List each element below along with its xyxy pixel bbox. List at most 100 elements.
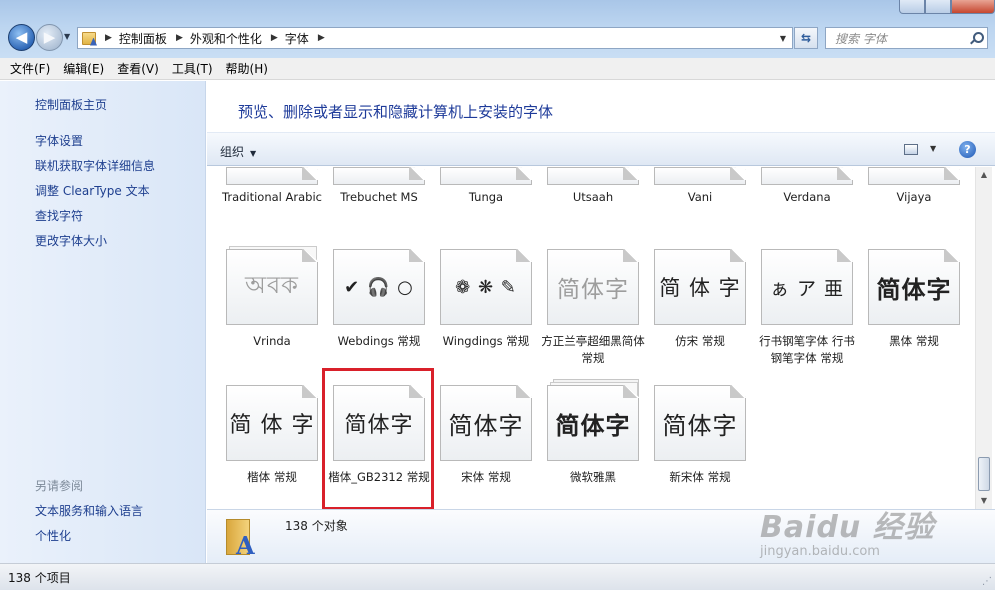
font-file-icon: ❁ ❋ ✎	[440, 249, 532, 325]
font-file-icon: 简体字	[868, 249, 960, 325]
font-preview: 简 体 字	[229, 413, 315, 438]
watermark-url: jingyan.baidu.com	[760, 544, 880, 559]
font-name: Webdings 常规	[337, 334, 421, 348]
font-file-icon	[868, 167, 960, 185]
font-tile[interactable]: 简 体 字 仿宋 常规	[648, 249, 752, 350]
breadcrumb-control-panel[interactable]: 控制面板	[119, 30, 167, 47]
resize-grip-icon[interactable]: ⋰	[982, 576, 992, 587]
font-name: 行书钢笔字体 行书钢笔字体 常规	[759, 334, 855, 365]
font-preview: 简体字	[555, 411, 631, 440]
adjust-cleartype-link[interactable]: 调整 ClearType 文本	[35, 182, 150, 199]
command-bar: 组织 ▼ ▼ ?	[207, 132, 995, 166]
font-tile[interactable]: 简体字 宋体 常规	[434, 385, 538, 486]
font-preview: ❁ ❋ ✎	[455, 276, 517, 298]
font-name: Utsaah	[572, 190, 614, 204]
font-tile[interactable]: 简 体 字 楷体 常规	[220, 385, 324, 486]
font-name: 仿宋 常规	[675, 334, 725, 348]
get-font-info-online-link[interactable]: 联机获取字体详细信息	[35, 157, 155, 174]
breadcrumb-appearance[interactable]: 外观和个性化	[190, 30, 262, 47]
font-tile[interactable]: 简体字 方正兰亭超细黑简体 常规	[541, 249, 645, 367]
organize-button[interactable]: 组织 ▼	[220, 143, 256, 160]
font-preview: 简 体 字	[659, 276, 741, 300]
breadcrumb-chevron-icon[interactable]: ▶	[318, 33, 325, 43]
font-file-icon: 简体字	[547, 249, 639, 325]
maximize-button[interactable]	[925, 0, 951, 14]
font-tile[interactable]: ✔ 🎧 ○ Webdings 常规	[327, 249, 431, 350]
font-tile[interactable]: Verdana	[755, 167, 859, 206]
control-panel-home-link[interactable]: 控制面板主页	[35, 96, 107, 113]
menu-tools[interactable]: 工具(T)	[172, 60, 213, 77]
forward-button[interactable]: ▶	[36, 24, 63, 51]
font-preview: ぁ ア 亜	[769, 277, 845, 300]
change-font-size-link[interactable]: 更改字体大小	[35, 232, 107, 249]
scroll-up-icon[interactable]: ▲	[976, 167, 992, 183]
window-controls	[899, 0, 995, 14]
font-preview: ✔ 🎧 ○	[344, 276, 414, 298]
font-tile[interactable]: Utsaah	[541, 167, 645, 206]
refresh-button[interactable]: ⇆	[794, 27, 818, 49]
font-tile[interactable]: Vani	[648, 167, 752, 206]
breadcrumb-chevron-icon[interactable]: ▶	[176, 33, 183, 43]
font-tile[interactable]: ぁ ア 亜 行书钢笔字体 行书钢笔字体 常规	[755, 249, 859, 367]
font-file-icon	[547, 167, 639, 185]
font-preview: 简体字	[557, 277, 629, 303]
font-tile[interactable]: 简体字 黑体 常规	[862, 249, 966, 350]
scroll-down-icon[interactable]: ▼	[976, 493, 992, 509]
font-file-icon	[440, 167, 532, 185]
scrollbar-thumb[interactable]	[978, 457, 990, 491]
font-preview: অবক	[245, 271, 299, 299]
recent-pages-dropdown[interactable]: ▼	[64, 32, 70, 41]
search-icon[interactable]	[970, 32, 984, 44]
menu-help[interactable]: 帮助(H)	[226, 60, 268, 77]
font-settings-link[interactable]: 字体设置	[35, 132, 83, 149]
font-file-icon: 简体字	[654, 385, 746, 461]
font-file-icon: অবক	[226, 249, 318, 325]
font-file-icon: ぁ ア 亜	[761, 249, 853, 325]
font-family-icon: 简体字	[547, 385, 639, 461]
font-name: 黑体 常规	[889, 334, 939, 348]
address-bar[interactable]: ▶ 控制面板 ▶ 外观和个性化 ▶ 字体 ▶ ▼	[77, 27, 793, 49]
search-input[interactable]: 搜索 字体	[825, 27, 988, 49]
font-tile[interactable]: Tunga	[434, 167, 538, 206]
watermark: Baidu 经验 jingyan.baidu.com	[760, 502, 935, 559]
back-button[interactable]: ◀	[8, 24, 35, 51]
change-view-icon[interactable]	[904, 144, 918, 155]
font-preview: 简体字	[448, 411, 524, 440]
address-dropdown-icon[interactable]: ▼	[774, 34, 792, 43]
font-tile[interactable]: অবক Vrinda	[220, 246, 324, 350]
font-name: Vijaya	[896, 190, 932, 204]
font-preview: 简体字	[876, 275, 952, 304]
view-options-dropdown[interactable]: ▼	[930, 144, 936, 153]
font-name: Traditional Arabic	[222, 190, 322, 204]
font-tile[interactable]: 简体字 新宋体 常规	[648, 385, 752, 486]
font-tile[interactable]: 简体字 微软雅黑	[541, 379, 645, 486]
font-preview: 简体字	[662, 411, 738, 440]
close-button[interactable]	[951, 0, 995, 14]
font-tile[interactable]: Traditional Arabic	[220, 167, 324, 206]
status-bar: 138 个项目 ⋰	[0, 563, 995, 590]
find-character-link[interactable]: 查找字符	[35, 207, 83, 224]
font-tile[interactable]: Trebuchet MS	[327, 167, 431, 206]
selection-highlight-box	[322, 368, 434, 510]
font-family-icon	[761, 167, 853, 185]
breadcrumb-chevron-icon[interactable]: ▶	[105, 33, 112, 43]
font-name: Wingdings 常规	[442, 334, 530, 348]
menu-view[interactable]: 查看(V)	[117, 60, 159, 77]
breadcrumb-fonts[interactable]: 字体	[285, 30, 309, 47]
back-arrow-icon: ◀	[15, 28, 28, 46]
font-name: 楷体 常规	[247, 470, 297, 484]
fonts-folder-icon: A	[226, 517, 262, 560]
search-placeholder: 搜索 字体	[835, 31, 887, 46]
breadcrumb-chevron-icon[interactable]: ▶	[271, 33, 278, 43]
font-tile[interactable]: Vijaya	[862, 167, 966, 206]
help-button[interactable]: ?	[959, 141, 976, 158]
personalization-link[interactable]: 个性化	[35, 527, 71, 544]
minimize-button[interactable]	[899, 0, 925, 14]
font-file-icon	[654, 167, 746, 185]
vertical-scrollbar[interactable]: ▲ ▼	[975, 167, 992, 509]
menu-edit[interactable]: 编辑(E)	[63, 60, 104, 77]
font-tile[interactable]: ❁ ❋ ✎ Wingdings 常规	[434, 249, 538, 350]
menu-file[interactable]: 文件(F)	[10, 60, 50, 77]
text-services-link[interactable]: 文本服务和输入语言	[35, 502, 143, 519]
font-name: Vrinda	[253, 334, 291, 348]
